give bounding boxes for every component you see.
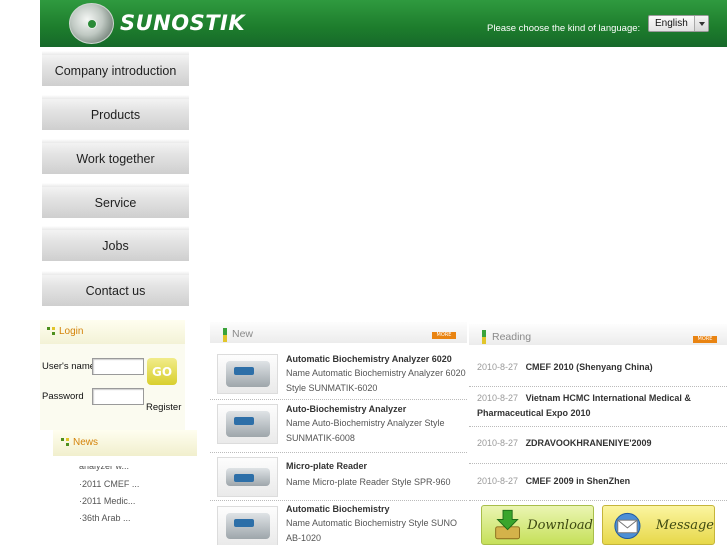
- product-description: Name Automatic Biochemistry Analyzer 602…: [286, 368, 466, 393]
- product-item[interactable]: Automatic Biochemistry Name Automatic Bi…: [210, 502, 467, 545]
- reading-item[interactable]: 2010-8-27 ZDRAVOOKHRANENIYE'2009: [477, 436, 723, 451]
- download-button[interactable]: Download: [481, 505, 594, 545]
- nav-company-introduction[interactable]: Company introduction: [42, 51, 189, 86]
- password-label: Password: [42, 391, 84, 402]
- nav-contact-us[interactable]: Contact us: [42, 271, 189, 306]
- reading-panel-title: Reading: [492, 331, 532, 343]
- reading-title[interactable]: ZDRAVOOKHRANENIYE'2009: [526, 438, 652, 448]
- divider: [469, 386, 727, 387]
- divider: [210, 500, 467, 501]
- product-item[interactable]: Auto-Biochemistry Analyzer Name Auto-Bio…: [210, 401, 467, 451]
- news-item[interactable]: ·2011 CMEF ...: [79, 479, 139, 489]
- logo-text: SUNOSTIK: [120, 11, 246, 35]
- reading-date: 2010-8-27: [477, 476, 519, 486]
- reading-item[interactable]: 2010-8-27 Vietnam HCMC International Med…: [477, 391, 723, 421]
- news-item[interactable]: ·36th Arab ...: [79, 513, 131, 523]
- message-button[interactable]: Message: [602, 505, 715, 545]
- product-image[interactable]: [217, 404, 278, 444]
- message-label: Message: [655, 517, 714, 533]
- divider: [469, 500, 727, 501]
- divider: [210, 452, 467, 453]
- product-title[interactable]: Micro-plate Reader: [286, 461, 367, 471]
- news-box: News analyzer w... ·2011 CMEF ... ·2011 …: [53, 430, 197, 545]
- product-title[interactable]: Automatic Biochemistry Analyzer 6020: [286, 354, 452, 364]
- login-title: Login: [59, 326, 84, 337]
- new-panel-title: New: [232, 328, 254, 340]
- language-prompt: Please choose the kind of language:: [487, 23, 641, 34]
- message-envelope-icon: [614, 512, 641, 540]
- login-go-button[interactable]: GO: [147, 358, 177, 385]
- reading-title[interactable]: CMEF 2009 in ShenZhen: [526, 476, 631, 486]
- reading-date: 2010-8-27: [477, 393, 519, 403]
- nav-jobs[interactable]: Jobs: [42, 226, 189, 261]
- reading-panel-header: Reading MORE: [469, 324, 727, 345]
- product-image[interactable]: [217, 506, 278, 545]
- login-header: Login: [40, 320, 185, 344]
- product-image[interactable]: [217, 457, 278, 497]
- reading-title[interactable]: CMEF 2010 (Shenyang China): [526, 362, 653, 372]
- reading-item[interactable]: 2010-8-27 CMEF 2009 in ShenZhen: [477, 474, 723, 489]
- product-title[interactable]: Auto-Biochemistry Analyzer: [286, 404, 406, 414]
- product-item[interactable]: Automatic Biochemistry Analyzer 6020 Nam…: [210, 350, 467, 398]
- product-description: Name Micro-plate Reader Style SPR-960: [286, 477, 451, 487]
- password-input[interactable]: [92, 388, 144, 405]
- new-panel-header: New MORE: [210, 322, 467, 343]
- news-item[interactable]: analyzer w...: [79, 466, 129, 471]
- language-selected-value: English: [655, 18, 688, 29]
- login-box: Login User's name Password GO Register: [40, 320, 185, 430]
- news-item[interactable]: ·2011 Medic...: [79, 496, 135, 506]
- reading-date: 2010-8-27: [477, 362, 519, 372]
- panel-bar-icon: [223, 328, 227, 342]
- chevron-down-icon[interactable]: [694, 16, 708, 31]
- reading-more-button[interactable]: MORE: [693, 336, 717, 343]
- new-more-button[interactable]: MORE: [432, 332, 456, 339]
- panel-bar-icon: [482, 330, 486, 344]
- divider: [210, 399, 467, 400]
- register-link[interactable]: Register: [146, 402, 181, 413]
- divider: [469, 426, 727, 427]
- product-description: Name Automatic Biochemistry Style SUNO A…: [286, 518, 458, 543]
- product-description: Name Auto-Biochemistry Analyzer Style SU…: [286, 418, 445, 443]
- page: SUNOSTIK Please choose the kind of langu…: [0, 0, 727, 545]
- news-header: News: [53, 430, 197, 456]
- section-bullet-icon: [47, 327, 56, 336]
- divider: [469, 463, 727, 464]
- nav-work-together[interactable]: Work together: [42, 139, 189, 174]
- section-bullet-icon: [61, 438, 70, 447]
- logo-disc-icon: [69, 3, 114, 44]
- product-image[interactable]: [217, 354, 278, 394]
- product-item[interactable]: Micro-plate Reader Name Micro-plate Read…: [210, 455, 467, 497]
- news-title: News: [73, 437, 99, 448]
- download-label: Download: [527, 517, 593, 533]
- username-label: User's name: [42, 361, 96, 372]
- reading-item[interactable]: 2010-8-27 CMEF 2010 (Shenyang China): [477, 360, 723, 375]
- site-header: SUNOSTIK Please choose the kind of langu…: [40, 0, 727, 47]
- language-select[interactable]: English: [648, 15, 709, 32]
- username-input[interactable]: [92, 358, 144, 375]
- download-arrow-icon: [495, 509, 520, 540]
- reading-date: 2010-8-27: [477, 438, 519, 448]
- product-title[interactable]: Automatic Biochemistry: [286, 504, 390, 514]
- nav-service[interactable]: Service: [42, 183, 189, 218]
- nav-products[interactable]: Products: [42, 95, 189, 130]
